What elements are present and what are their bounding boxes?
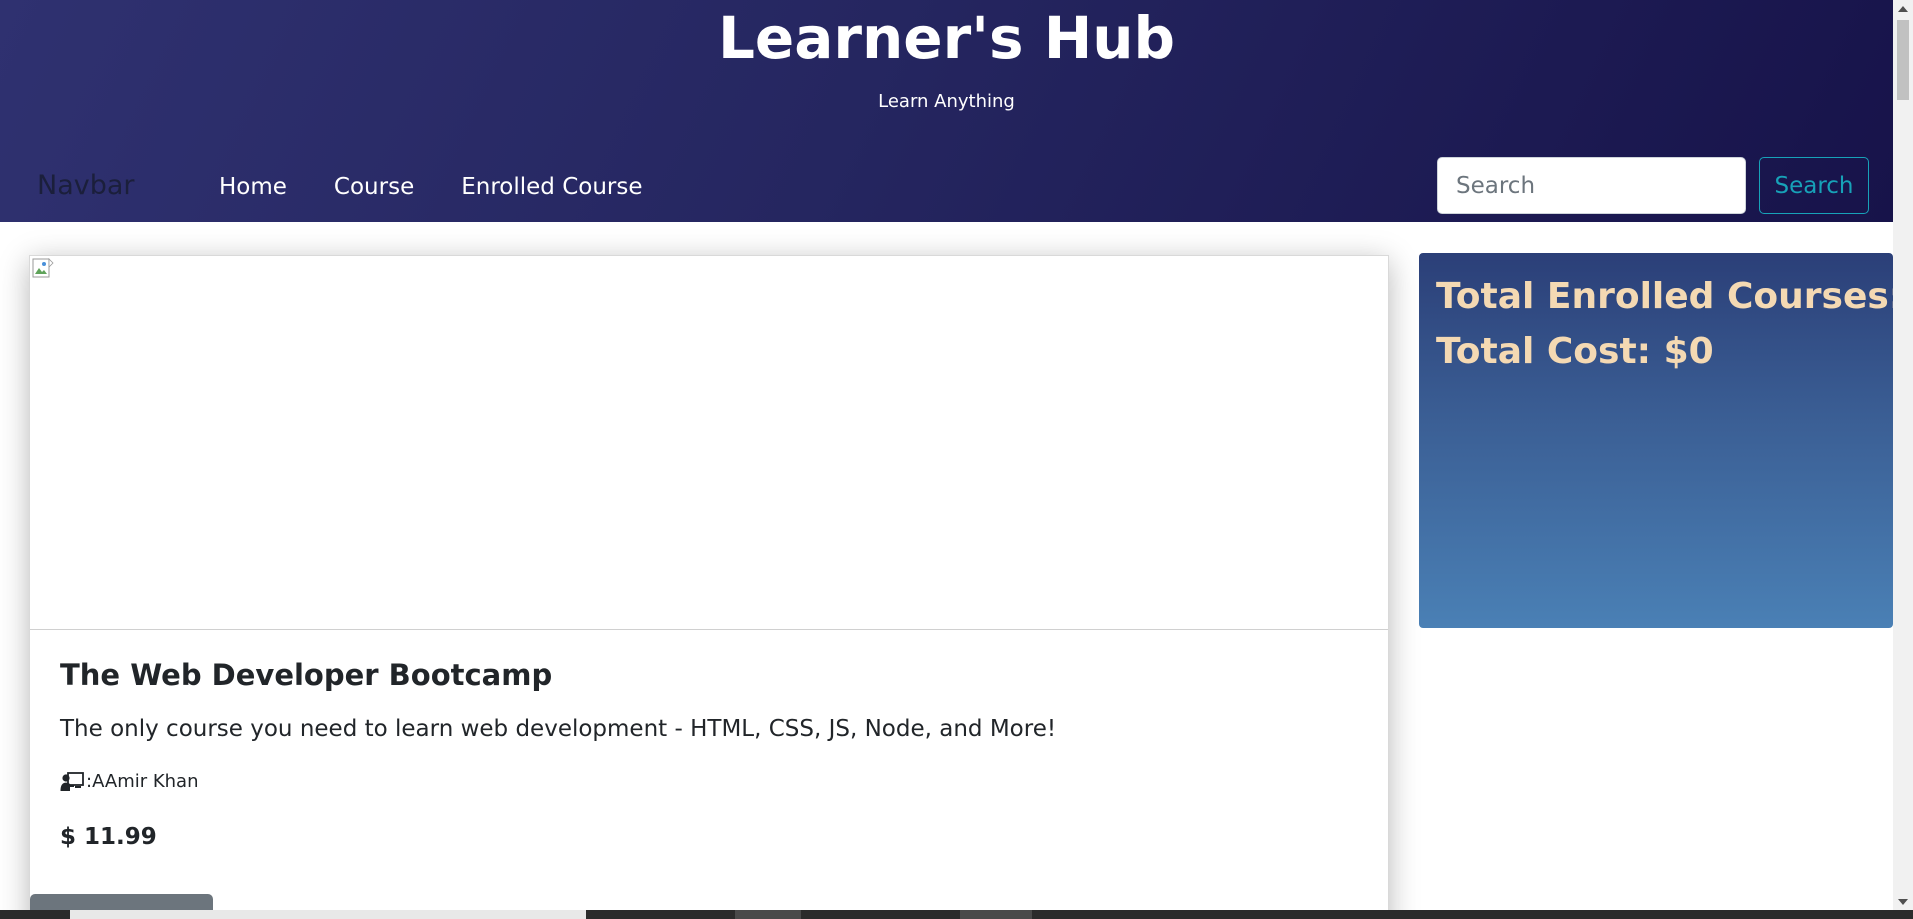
vertical-scrollbar[interactable]	[1893, 0, 1913, 910]
scroll-down-arrow-icon[interactable]	[1893, 893, 1913, 910]
course-instructor: :AAmir Khan	[60, 770, 1358, 794]
course-title: The Web Developer Bootcamp	[60, 658, 553, 692]
search-input[interactable]	[1437, 157, 1746, 214]
course-card: The Web Developer Bootcamp The only cour…	[29, 255, 1389, 910]
enroll-button[interactable]	[30, 894, 213, 910]
enrollment-summary-panel: Total Enrolled Courses:0 Total Cost: $0	[1419, 253, 1893, 628]
broken-image-icon	[32, 258, 54, 278]
taskbar-strip	[0, 910, 1913, 919]
course-body: The Web Developer Bootcamp The only cour…	[60, 656, 1358, 852]
course-image	[30, 256, 1388, 630]
total-enrolled-courses: Total Enrolled Courses:0	[1436, 276, 1893, 317]
course-description: The only course you need to learn web de…	[60, 716, 1057, 742]
scrollbar-thumb[interactable]	[1897, 20, 1909, 100]
nav-link-home[interactable]: Home	[196, 172, 311, 202]
total-cost: Total Cost: $0	[1436, 331, 1714, 372]
taskbar-segment	[735, 910, 801, 919]
nav-link-course[interactable]: Course	[311, 172, 438, 202]
search-button[interactable]: Search	[1759, 157, 1869, 214]
page-viewport: Learner's Hub Learn Anything Navbar Home…	[0, 0, 1893, 910]
site-header: Learner's Hub Learn Anything Navbar Home…	[0, 0, 1893, 222]
taskbar-segment	[70, 910, 586, 919]
navbar: Navbar Home Course Enrolled Course Searc…	[0, 150, 1893, 222]
site-subtitle: Learn Anything	[878, 91, 1015, 112]
taskbar-segment	[960, 910, 1032, 919]
chalkboard-teacher-icon	[60, 772, 84, 791]
scroll-up-arrow-icon[interactable]	[1893, 0, 1913, 17]
nav-link-enrolled-course[interactable]: Enrolled Course	[438, 172, 666, 202]
nav-links: Home Course Enrolled Course	[196, 172, 667, 202]
search-form: Search	[1437, 157, 1869, 214]
instructor-name: :AAmir Khan	[86, 771, 199, 792]
course-price: $ 11.99	[60, 824, 157, 850]
site-title: Learner's Hub	[717, 4, 1176, 72]
navbar-brand[interactable]: Navbar	[37, 169, 135, 203]
